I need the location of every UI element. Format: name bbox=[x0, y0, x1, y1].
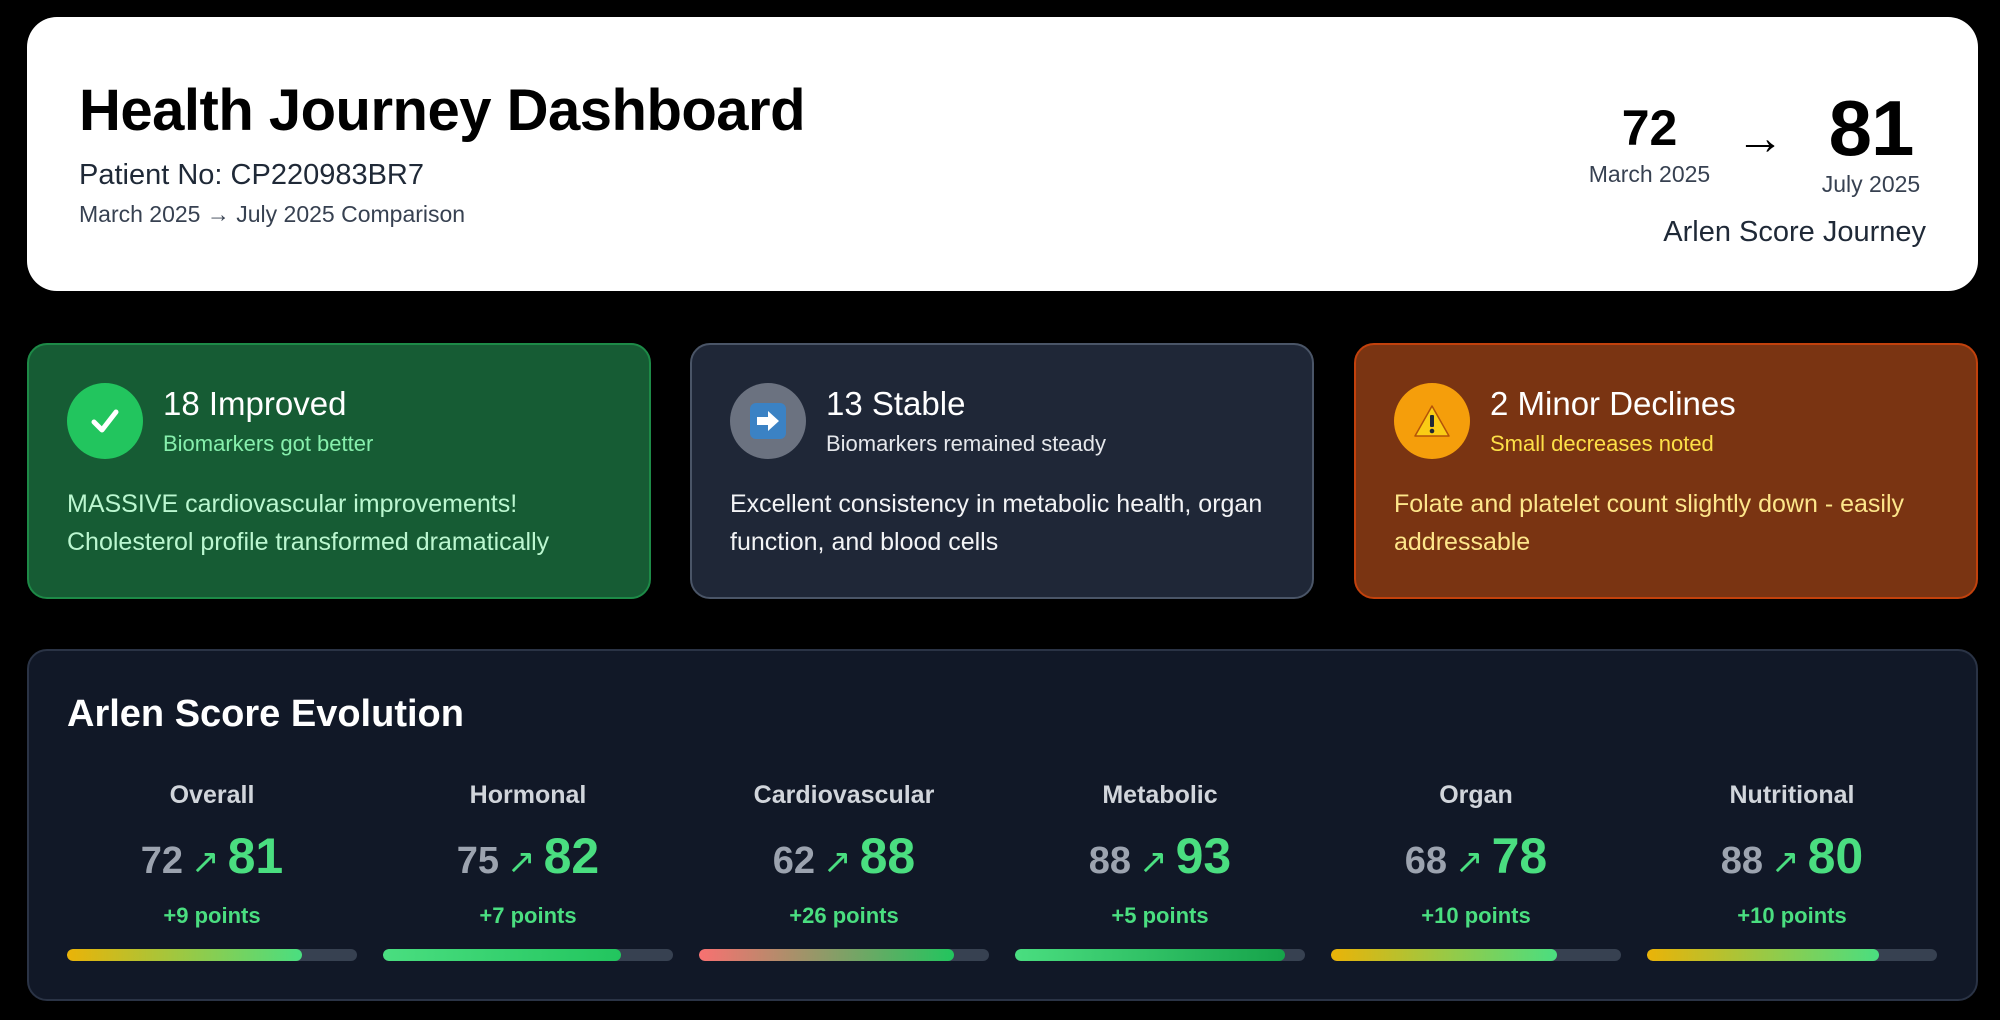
score-from-value: 72 bbox=[1621, 100, 1678, 156]
trend-up-icon: ↗ bbox=[1771, 843, 1800, 881]
metric-name: Overall bbox=[169, 781, 255, 809]
improved-count: 18 Improved bbox=[163, 385, 347, 422]
progress-fill bbox=[699, 949, 955, 961]
dashboard-page: Health Journey Dashboard Patient No: CP2… bbox=[0, 0, 2000, 1020]
header-card: Health Journey Dashboard Patient No: CP2… bbox=[27, 17, 1978, 291]
metric-organ: Organ 68 ↗ 78 +10 points bbox=[1331, 781, 1621, 961]
metric-delta: +9 points bbox=[163, 903, 261, 928]
score-to-value: 81 bbox=[1828, 84, 1915, 172]
metric-delta: +7 points bbox=[479, 903, 577, 928]
metric-delta: +10 points bbox=[1737, 903, 1847, 928]
progress-bar bbox=[1331, 949, 1621, 961]
metric-to-value: 82 bbox=[543, 828, 600, 884]
declines-subtitle: Small decreases noted bbox=[1490, 431, 1714, 456]
metric-name: Hormonal bbox=[469, 781, 587, 809]
metric-name: Nutritional bbox=[1729, 781, 1855, 809]
metric-overall: Overall 72 ↗ 81 +9 points bbox=[67, 781, 357, 961]
score-journey: 72 March 2025 → 81 July 2025 Arlen Score… bbox=[1586, 63, 1926, 263]
progress-fill bbox=[1015, 949, 1285, 961]
metric-hormonal: Hormonal 75 ↗ 82 +7 points bbox=[383, 781, 673, 961]
check-icon bbox=[67, 383, 143, 459]
progress-fill bbox=[1647, 949, 1879, 961]
stable-card: 13 Stable Biomarkers remained steady Exc… bbox=[690, 343, 1314, 599]
score-to-date: July 2025 bbox=[1821, 171, 1921, 197]
score-arrow-icon: → bbox=[1736, 112, 1784, 165]
patient-number: Patient No: CP220983BR7 bbox=[79, 159, 424, 191]
score-evolution-panel: Arlen Score Evolution Overall 72 ↗ 81 +9 p… bbox=[27, 649, 1978, 1001]
trend-up-icon: ↗ bbox=[507, 843, 536, 881]
metric-to-value: 78 bbox=[1491, 828, 1548, 884]
improved-card: 18 Improved Biomarkers got better MASSIV… bbox=[27, 343, 651, 599]
progress-fill bbox=[67, 949, 302, 961]
comparison-period: March 2025 → July 2025 Comparison bbox=[79, 201, 466, 227]
progress-bar bbox=[1647, 949, 1937, 961]
metric-to-value: 81 bbox=[227, 828, 284, 884]
metric-delta: +5 points bbox=[1111, 903, 1209, 928]
improved-description: MASSIVE cardiovascular improvements! Cho… bbox=[67, 490, 550, 556]
metric-delta: +26 points bbox=[789, 903, 899, 928]
stable-count: 13 Stable bbox=[826, 385, 966, 422]
progress-bar bbox=[67, 949, 357, 961]
metric-from-value: 62 bbox=[772, 840, 816, 882]
metric-name: Cardiovascular bbox=[753, 781, 935, 809]
metric-name: Metabolic bbox=[1102, 781, 1218, 809]
trend-up-icon: ↗ bbox=[1139, 843, 1168, 881]
declines-card: 2 Minor Declines Small decreases noted F… bbox=[1354, 343, 1978, 599]
progress-bar bbox=[699, 949, 989, 961]
evolution-title: Arlen Score Evolution bbox=[67, 693, 464, 735]
progress-fill bbox=[383, 949, 621, 961]
stable-subtitle: Biomarkers remained steady bbox=[826, 431, 1107, 456]
metric-to-value: 93 bbox=[1175, 828, 1232, 884]
metric-nutritional: Nutritional 88 ↗ 80 +10 points bbox=[1647, 781, 1937, 961]
metric-from-value: 88 bbox=[1720, 840, 1764, 882]
trend-up-icon: ↗ bbox=[823, 843, 852, 881]
metric-scores: 72 ↗ 81 bbox=[67, 827, 357, 885]
metric-to-value: 88 bbox=[859, 828, 916, 884]
metric-delta: +10 points bbox=[1421, 903, 1531, 928]
score-journey-label: Arlen Score Journey bbox=[1663, 216, 1926, 248]
improved-subtitle: Biomarkers got better bbox=[163, 431, 374, 456]
arrow-right-icon bbox=[730, 383, 806, 459]
trend-up-icon: ↗ bbox=[191, 843, 220, 881]
warning-icon bbox=[1394, 383, 1470, 459]
metric-metabolic: Metabolic 88 ↗ 93 +5 points bbox=[1015, 781, 1305, 961]
metric-scores: 68 ↗ 78 bbox=[1331, 827, 1621, 885]
progress-fill bbox=[1331, 949, 1558, 961]
metric-scores: 88 ↗ 93 bbox=[1015, 827, 1305, 885]
progress-bar bbox=[383, 949, 673, 961]
metric-scores: 62 ↗ 88 bbox=[699, 827, 989, 885]
progress-bar bbox=[1015, 949, 1305, 961]
declines-description: Folate and platelet count slightly down … bbox=[1394, 490, 1905, 556]
metric-to-value: 80 bbox=[1807, 828, 1864, 884]
trend-up-icon: ↗ bbox=[1455, 843, 1484, 881]
page-title: Health Journey Dashboard bbox=[79, 78, 806, 143]
metric-scores: 75 ↗ 82 bbox=[383, 827, 673, 885]
metric-cardiovascular: Cardiovascular 62 ↗ 88 +26 points bbox=[699, 781, 989, 961]
metric-from-value: 68 bbox=[1404, 840, 1448, 882]
stable-description: Excellent consistency in metabolic healt… bbox=[730, 490, 1263, 556]
metric-from-value: 72 bbox=[140, 840, 184, 882]
metric-from-value: 75 bbox=[456, 840, 500, 882]
declines-count: 2 Minor Declines bbox=[1490, 385, 1736, 422]
metric-scores: 88 ↗ 80 bbox=[1647, 827, 1937, 885]
metric-name: Organ bbox=[1439, 781, 1513, 809]
score-from-date: March 2025 bbox=[1588, 161, 1711, 187]
metric-from-value: 88 bbox=[1088, 840, 1132, 882]
